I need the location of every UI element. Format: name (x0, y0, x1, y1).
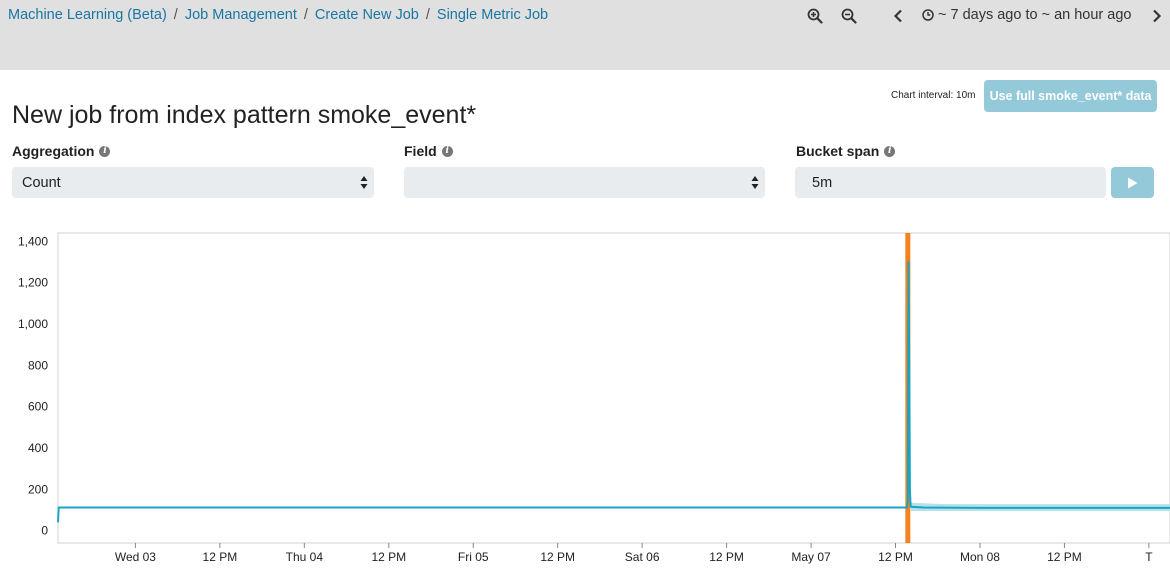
estimate-bucket-span-button[interactable] (1111, 167, 1154, 198)
info-icon[interactable]: i (99, 145, 111, 157)
aggregation-select[interactable]: Count (12, 167, 374, 198)
x-tick-label: T (1145, 550, 1153, 564)
page-title: New job from index pattern smoke_event* (12, 101, 477, 129)
bucket-span-input[interactable]: 5m (795, 167, 1106, 198)
x-tick-label: Sat 06 (625, 550, 660, 564)
y-axis: 1,400 1,200 1,000 800 600 400 200 0 (18, 234, 48, 537)
chevron-right-icon[interactable] (1146, 5, 1168, 27)
select-arrows-icon (360, 176, 368, 189)
aggregation-select-value: Count (22, 174, 61, 191)
x-tick-label: 12 PM (1047, 550, 1082, 564)
top-navigation-bar: Machine Learning (Beta) / Job Management… (0, 0, 1170, 70)
x-tick-label: May 07 (791, 550, 831, 564)
bucket-span-label: Bucket span i (796, 143, 896, 159)
time-range-picker[interactable]: ~ 7 days ago to ~ an hour ago (922, 7, 1131, 23)
info-icon[interactable]: i (441, 145, 453, 157)
info-icon[interactable]: i (884, 145, 896, 157)
x-tick-label: 12 PM (540, 550, 575, 564)
x-tick-label: Wed 03 (115, 550, 156, 564)
y-tick-label: 600 (28, 400, 48, 414)
use-full-data-button[interactable]: Use full smoke_event* data (984, 80, 1157, 112)
field-select[interactable] (404, 167, 765, 198)
play-icon (1128, 177, 1138, 188)
y-tick-label: 1,200 (18, 276, 48, 290)
zoom-out-icon[interactable] (838, 5, 860, 27)
x-tick-label: Mon 08 (960, 550, 1000, 564)
bucket-span-value: 5m (812, 174, 833, 191)
y-tick-label: 400 (28, 441, 48, 455)
field-label: Field i (404, 143, 453, 159)
x-tick-label: 12 PM (878, 550, 913, 564)
metric-chart[interactable]: 1,400 1,200 1,000 800 600 400 200 0 Wed 03 12 PM… (0, 225, 1170, 585)
y-tick-label: 1,400 (18, 234, 48, 248)
chart-interval-text: Chart interval: 10m (891, 90, 976, 101)
time-toolbar: ~ 7 days ago to ~ an hour ago (0, 5, 1170, 29)
x-tick-label: 12 PM (709, 550, 744, 564)
y-tick-label: 1,000 (18, 317, 48, 331)
chevron-left-icon[interactable] (887, 5, 909, 27)
aggregation-label: Aggregation i (12, 143, 111, 159)
x-tick-label: Thu 04 (286, 550, 324, 564)
select-arrows-icon (751, 176, 759, 189)
x-tick-label: Fri 05 (458, 550, 489, 564)
zoom-in-icon[interactable] (804, 5, 826, 27)
y-tick-label: 800 (28, 358, 48, 372)
y-tick-label: 0 (41, 524, 48, 538)
x-tick-label: 12 PM (371, 550, 406, 564)
time-range-label: ~ 7 days ago to ~ an hour ago (938, 7, 1132, 23)
y-tick-label: 200 (28, 482, 48, 496)
clock-icon (922, 9, 934, 21)
x-tick-label: 12 PM (203, 550, 238, 564)
field-label-text: Field (404, 143, 437, 159)
chart-plot-area (57, 232, 1170, 544)
bucket-span-label-text: Bucket span (796, 143, 880, 159)
aggregation-label-text: Aggregation (12, 143, 95, 159)
x-axis: Wed 03 12 PM Thu 04 12 PM Fri 05 12 PM Sat 06 1… (115, 543, 1153, 564)
